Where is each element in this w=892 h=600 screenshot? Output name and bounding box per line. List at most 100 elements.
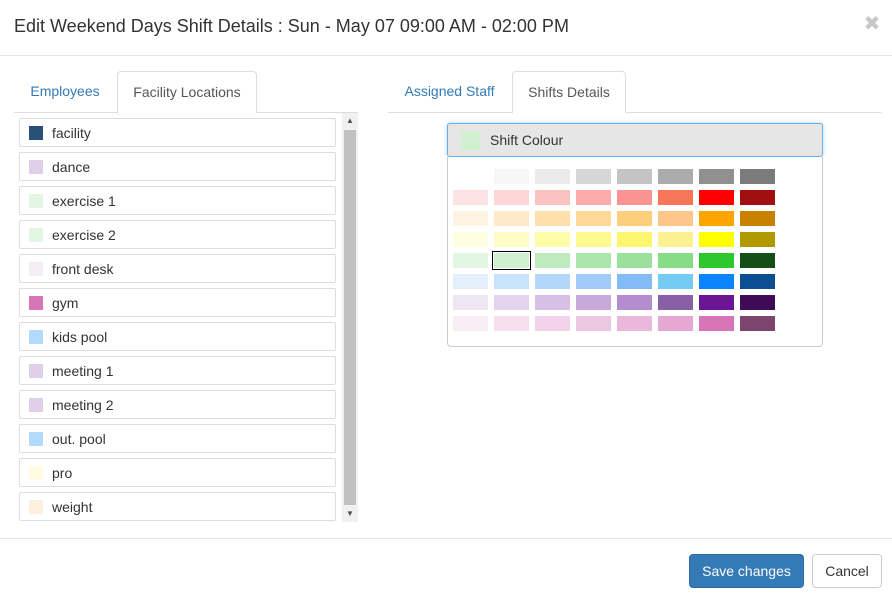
palette-colour-cell[interactable]: [617, 190, 652, 205]
palette-colour-cell[interactable]: [740, 253, 775, 268]
right-tab-bar: Assigned Staff Shifts Details: [388, 71, 881, 114]
palette-colour-cell[interactable]: [740, 169, 775, 184]
palette-colour-cell[interactable]: [658, 190, 693, 205]
location-item[interactable]: weight: [19, 492, 336, 521]
scrollbar-thumb[interactable]: [344, 130, 356, 505]
palette-colour-cell[interactable]: [576, 253, 611, 268]
palette-colour-cell[interactable]: [535, 274, 570, 289]
palette-colour-cell[interactable]: [699, 295, 734, 310]
palette-colour-cell[interactable]: [617, 211, 652, 226]
location-colour-swatch: [29, 194, 43, 208]
palette-colour-cell[interactable]: [535, 316, 570, 331]
palette-colour-cell[interactable]: [494, 295, 529, 310]
palette-colour-cell[interactable]: [535, 295, 570, 310]
save-changes-button[interactable]: Save changes: [689, 554, 804, 588]
palette-colour-cell[interactable]: [535, 253, 570, 268]
palette-colour-cell[interactable]: [453, 232, 488, 247]
palette-colour-cell[interactable]: [494, 190, 529, 205]
tab-employees[interactable]: Employees: [14, 71, 116, 113]
scroll-down-arrow-icon[interactable]: ▼: [342, 506, 358, 522]
palette-colour-cell[interactable]: [576, 232, 611, 247]
palette-colour-cell[interactable]: [740, 232, 775, 247]
palette-colour-cell[interactable]: [535, 232, 570, 247]
palette-colour-cell[interactable]: [535, 169, 570, 184]
location-item[interactable]: gym: [19, 288, 336, 317]
location-item[interactable]: meeting 1: [19, 356, 336, 385]
tab-shifts-details[interactable]: Shifts Details: [512, 71, 626, 114]
palette-colour-cell[interactable]: [740, 190, 775, 205]
palette-colour-cell[interactable]: [617, 316, 652, 331]
location-colour-swatch: [29, 262, 43, 276]
palette-colour-cell[interactable]: [576, 295, 611, 310]
location-label: exercise 1: [52, 193, 116, 209]
location-item[interactable]: pro: [19, 458, 336, 487]
location-item[interactable]: facility: [19, 118, 336, 147]
palette-colour-cell[interactable]: [617, 253, 652, 268]
location-item[interactable]: meeting 2: [19, 390, 336, 419]
location-item[interactable]: dance: [19, 152, 336, 181]
palette-colour-cell[interactable]: [494, 316, 529, 331]
location-item[interactable]: front desk: [19, 254, 336, 283]
palette-colour-cell[interactable]: [453, 211, 488, 226]
palette-colour-cell[interactable]: [576, 190, 611, 205]
palette-colour-cell[interactable]: [492, 251, 531, 270]
palette-colour-cell[interactable]: [699, 190, 734, 205]
location-list-scrollbar[interactable]: ▲ ▼: [342, 113, 358, 522]
palette-colour-cell[interactable]: [576, 211, 611, 226]
location-colour-swatch: [29, 126, 43, 140]
palette-colour-cell[interactable]: [453, 316, 488, 331]
palette-colour-cell[interactable]: [699, 169, 734, 184]
palette-colour-cell[interactable]: [740, 211, 775, 226]
palette-colour-cell[interactable]: [576, 316, 611, 331]
palette-colour-cell[interactable]: [658, 295, 693, 310]
palette-colour-cell[interactable]: [658, 274, 693, 289]
location-item[interactable]: exercise 1: [19, 186, 336, 215]
palette-colour-cell[interactable]: [453, 274, 488, 289]
location-item[interactable]: out. pool: [19, 424, 336, 453]
palette-colour-cell[interactable]: [699, 232, 734, 247]
palette-colour-cell[interactable]: [453, 169, 488, 184]
palette-colour-cell[interactable]: [699, 253, 734, 268]
palette-colour-cell[interactable]: [617, 232, 652, 247]
palette-colour-cell[interactable]: [453, 190, 488, 205]
palette-colour-cell[interactable]: [535, 190, 570, 205]
location-item[interactable]: exercise 2: [19, 220, 336, 249]
palette-colour-cell[interactable]: [494, 169, 529, 184]
location-colour-swatch: [29, 432, 43, 446]
palette-colour-cell[interactable]: [740, 274, 775, 289]
palette-colour-cell[interactable]: [453, 253, 488, 268]
palette-colour-cell[interactable]: [617, 169, 652, 184]
palette-colour-cell[interactable]: [658, 211, 693, 226]
palette-colour-cell[interactable]: [699, 211, 734, 226]
palette-colour-cell[interactable]: [658, 253, 693, 268]
location-item[interactable]: kids pool: [19, 322, 336, 351]
palette-colour-cell[interactable]: [453, 295, 488, 310]
shift-colour-dropdown[interactable]: Shift Colour: [447, 123, 823, 157]
palette-colour-cell[interactable]: [535, 211, 570, 226]
scroll-up-arrow-icon[interactable]: ▲: [342, 113, 358, 129]
close-icon[interactable]: ✖: [862, 12, 882, 36]
palette-colour-cell[interactable]: [658, 316, 693, 331]
palette-colour-cell[interactable]: [699, 274, 734, 289]
palette-colour-cell[interactable]: [494, 232, 529, 247]
location-colour-swatch: [29, 466, 43, 480]
palette-colour-cell[interactable]: [658, 232, 693, 247]
palette-colour-cell[interactable]: [617, 295, 652, 310]
location-colour-swatch: [29, 296, 43, 310]
cancel-button[interactable]: Cancel: [812, 554, 882, 588]
tab-facility-locations[interactable]: Facility Locations: [117, 71, 257, 114]
palette-colour-cell[interactable]: [658, 169, 693, 184]
palette-colour-cell[interactable]: [740, 295, 775, 310]
palette-colour-cell[interactable]: [494, 274, 529, 289]
shift-colour-label: Shift Colour: [490, 132, 564, 148]
palette-colour-cell[interactable]: [699, 316, 734, 331]
palette-colour-cell[interactable]: [740, 316, 775, 331]
location-label: out. pool: [52, 431, 106, 447]
palette-colour-cell[interactable]: [576, 274, 611, 289]
tab-assigned-staff[interactable]: Assigned Staff: [388, 71, 511, 113]
colour-palette: [447, 157, 823, 347]
palette-colour-cell[interactable]: [494, 211, 529, 226]
palette-colour-cell[interactable]: [617, 274, 652, 289]
palette-colour-cell[interactable]: [576, 169, 611, 184]
location-label: facility: [52, 125, 91, 141]
